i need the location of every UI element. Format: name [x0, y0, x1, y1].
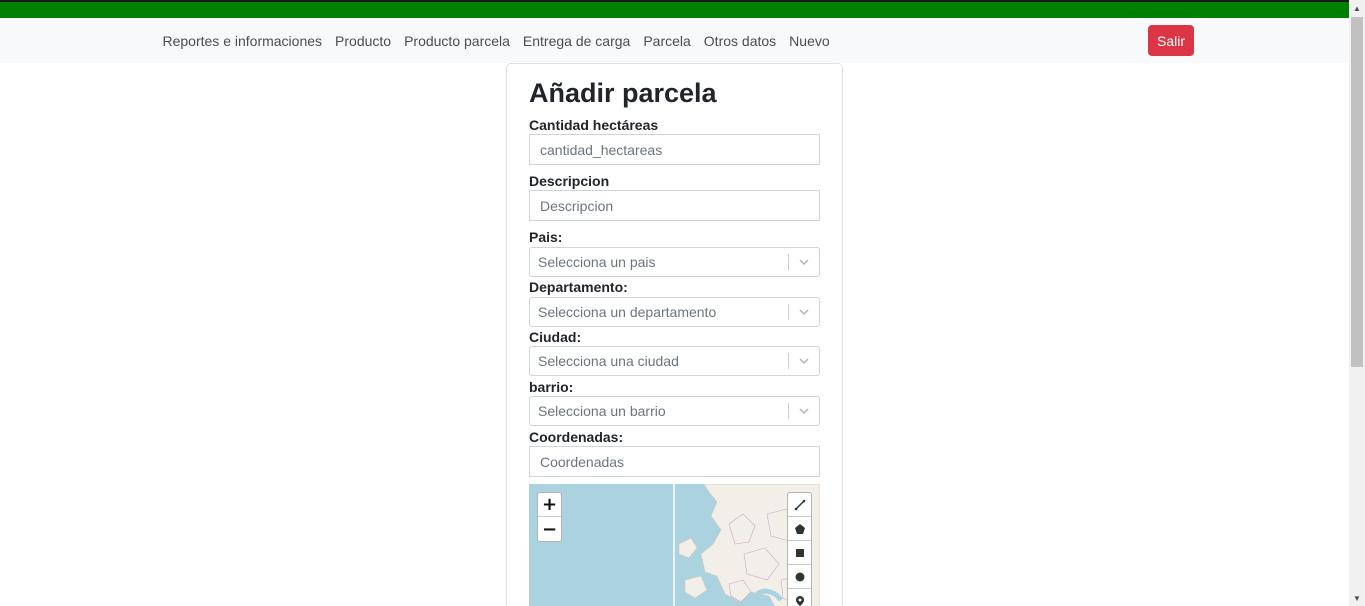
nav-link-nuevo[interactable]: Nuevo	[783, 33, 836, 49]
draw-toolbar	[787, 492, 812, 606]
barrio-select[interactable]: Selecciona un barrio	[529, 396, 820, 426]
vertical-scrollbar[interactable]: ▲ ▼	[1349, 0, 1365, 606]
chevron-down-icon[interactable]	[797, 404, 811, 418]
nav-link-producto[interactable]: Producto	[329, 33, 398, 49]
ciudad-select[interactable]: Selecciona una ciudad	[529, 346, 820, 376]
nav-link-entrega-de-carga[interactable]: Entrega de carga	[516, 33, 636, 49]
ciudad-select-placeholder: Selecciona una ciudad	[538, 353, 679, 369]
nav-links: Reportes e informaciones Producto Produc…	[156, 18, 836, 63]
chevron-down-icon[interactable]	[797, 255, 811, 269]
top-accent-bar	[0, 0, 1349, 18]
scroll-up-arrow-icon[interactable]: ▲	[1349, 0, 1365, 16]
hectareas-label: Cantidad hectáreas	[529, 117, 659, 133]
map[interactable]: + −	[529, 484, 820, 606]
marker-icon[interactable]	[788, 589, 811, 606]
departamento-select[interactable]: Selecciona un departamento	[529, 297, 820, 327]
hectareas-input[interactable]	[529, 134, 820, 165]
polygon-icon[interactable]	[788, 517, 811, 541]
nav-link-parcela[interactable]: Parcela	[637, 33, 697, 49]
zoom-out-button[interactable]: −	[538, 517, 561, 541]
select-separator	[788, 353, 789, 369]
coordenadas-label: Coordenadas:	[529, 429, 624, 445]
nav-link-otros-datos[interactable]: Otros datos	[697, 33, 782, 49]
chevron-down-icon[interactable]	[797, 305, 811, 319]
map-tiles	[529, 484, 820, 606]
descripcion-label: Descripcion	[529, 173, 610, 189]
chevron-down-icon[interactable]	[797, 354, 811, 368]
select-separator	[788, 304, 789, 320]
pais-select[interactable]: Selecciona un pais	[529, 247, 820, 277]
departamento-select-placeholder: Selecciona un departamento	[538, 304, 717, 320]
zoom-control: + −	[537, 492, 562, 542]
nav-link-reportes[interactable]: Reportes e informaciones	[156, 33, 329, 49]
scrollbar-thumb[interactable]	[1351, 17, 1363, 367]
pais-select-placeholder: Selecciona un pais	[538, 254, 656, 270]
select-separator	[788, 254, 789, 270]
logout-button[interactable]: Salir	[1148, 25, 1194, 56]
zoom-in-button[interactable]: +	[538, 493, 561, 517]
ciudad-label: Ciudad:	[529, 329, 582, 345]
scroll-down-arrow-icon[interactable]: ▼	[1349, 590, 1365, 606]
barrio-label: barrio:	[529, 379, 574, 395]
pais-label: Pais:	[529, 229, 563, 245]
polyline-icon[interactable]	[788, 493, 811, 517]
add-parcel-card: Añadir parcela Cantidad hectáreas Descri…	[506, 63, 843, 606]
coordenadas-input[interactable]	[529, 446, 820, 477]
descripcion-input[interactable]	[529, 190, 820, 221]
select-separator	[788, 403, 789, 419]
page-title: Añadir parcela	[529, 78, 717, 108]
circle-icon[interactable]	[788, 565, 811, 589]
navbar: Reportes e informaciones Producto Produc…	[0, 18, 1349, 63]
barrio-select-placeholder: Selecciona un barrio	[538, 403, 666, 419]
departamento-label: Departamento:	[529, 279, 628, 295]
nav-link-producto-parcela[interactable]: Producto parcela	[398, 33, 517, 49]
rectangle-icon[interactable]	[788, 541, 811, 565]
